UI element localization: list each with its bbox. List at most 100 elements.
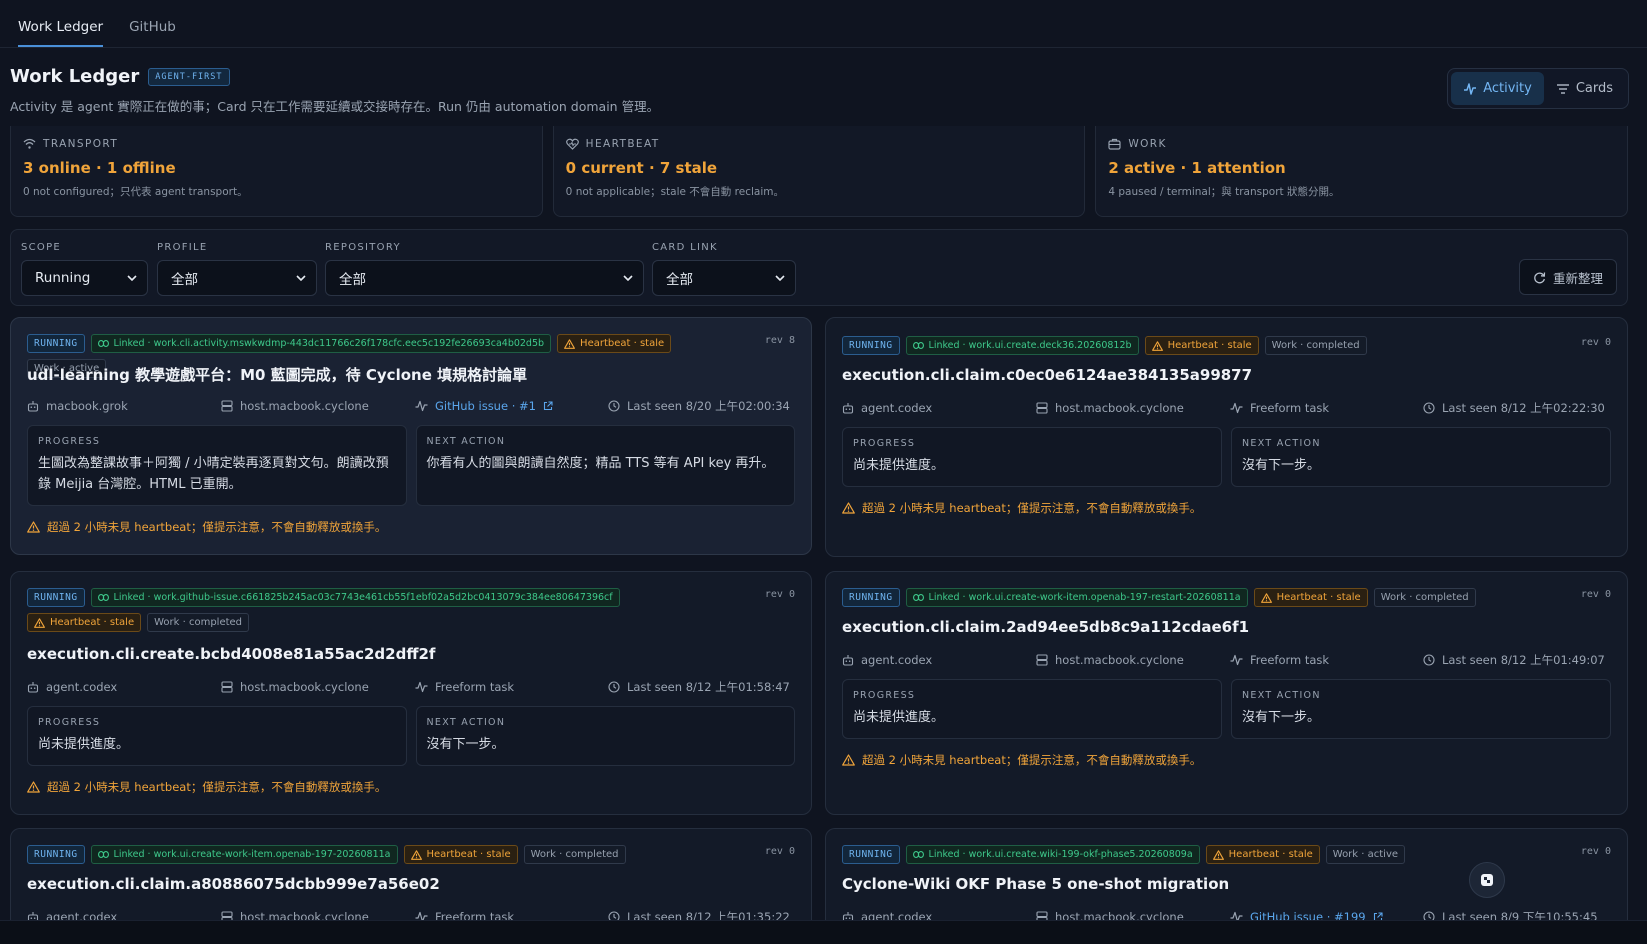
warning-icon <box>564 338 575 349</box>
heartbeat-warning: 超過 2 小時未見 heartbeat；僅提示注意，不會自動釋放或換手。 <box>27 779 386 795</box>
card-title[interactable]: execution.cli.create.bcbd4008e81a55ac2d2… <box>27 645 435 663</box>
heartbeat-badge: Heartbeat · stale <box>1253 588 1368 607</box>
floating-assistant-button[interactable] <box>1469 862 1505 898</box>
agent-icon <box>842 912 854 920</box>
cards-view-label: Cards <box>1575 81 1613 96</box>
scope-filter-label: SCOPE <box>21 242 62 253</box>
repository-select[interactable]: 全部 <box>325 260 644 296</box>
clock-icon <box>1423 911 1435 920</box>
agent-name: agent.codex <box>861 653 933 667</box>
profile-select[interactable]: 全部 <box>157 260 317 296</box>
heartbeat-badge: Heartbeat · stale <box>27 613 142 632</box>
cards-view-button[interactable]: Cards <box>1544 72 1625 105</box>
work-status-badge: Work · completed <box>1264 336 1367 355</box>
activity-view-label: Activity <box>1483 81 1532 96</box>
card-link-badge[interactable]: Linked · work.ui.create-work-item.openab… <box>90 845 398 864</box>
card-meta: agent.codex host.macbook.cyclone Freefor… <box>27 679 790 695</box>
scope-select-value: Running <box>35 270 91 286</box>
revision-label: rev 0 <box>764 589 795 600</box>
card-link-badge[interactable]: Linked · work.ui.create-work-item.openab… <box>905 588 1248 607</box>
activity-card[interactable]: RUNNING Linked · work.cli.activity.mswkw… <box>10 317 812 555</box>
clock-icon <box>608 400 620 412</box>
server-icon <box>221 911 233 920</box>
card-title[interactable]: execution.cli.claim.2ad94ee5db8c9a112cda… <box>842 618 1249 636</box>
heart-icon <box>565 138 579 150</box>
clock-icon <box>1423 654 1435 666</box>
agent-name: agent.codex <box>46 680 118 694</box>
card-meta: agent.codex host.macbook.cyclone GitHub … <box>842 909 1598 920</box>
card-link-badge[interactable]: Linked · work.ui.create.wiki-199-okf-pha… <box>905 845 1200 864</box>
card-link-badge[interactable]: Linked · work.cli.activity.mswkwdmp-443d… <box>90 334 552 353</box>
card-link-text: Linked · work.cli.activity.mswkwdmp-443d… <box>113 338 545 349</box>
chevron-down-icon <box>623 275 633 281</box>
activity-icon <box>1230 402 1243 414</box>
progress-text: 尚未提供進度。 <box>38 737 130 752</box>
status-badge: RUNNING <box>842 588 900 607</box>
activity-icon <box>415 400 428 412</box>
progress-text: 尚未提供進度。 <box>853 458 945 473</box>
tab-github[interactable]: GitHub <box>129 19 176 47</box>
agent-name: macbook.grok <box>46 399 128 413</box>
activity-card[interactable]: RUNNING Linked · work.github-issue.c6618… <box>10 571 812 815</box>
progress-text: 尚未提供進度。 <box>853 710 945 725</box>
card-title[interactable]: execution.cli.claim.c0ec0e6124ae384135a9… <box>842 366 1252 384</box>
heartbeat-text: Heartbeat · stale <box>1167 340 1252 351</box>
card-link-badge[interactable]: Linked · work.github-issue.c661825b245ac… <box>90 588 620 607</box>
activity-icon <box>1230 911 1243 920</box>
card-title[interactable]: udl-learning 教學遊戲平台：M0 藍圖完成，待 Cyclone 填規… <box>27 364 527 385</box>
server-icon <box>1036 654 1048 666</box>
server-icon <box>1036 911 1048 920</box>
heartbeat-badge: Heartbeat · stale <box>1144 336 1259 355</box>
next-action-label: NEXT ACTION <box>1242 438 1321 449</box>
revision-label: rev 0 <box>1580 589 1611 600</box>
github-issue-link[interactable]: GitHub issue · #199 <box>1250 910 1366 920</box>
warning-icon <box>1212 849 1224 860</box>
card-link-select[interactable]: 全部 <box>652 260 796 296</box>
stat-heartbeat: HEARTBEAT 0 current · 7 stale 0 not appl… <box>552 126 1086 217</box>
warning-icon <box>27 781 40 793</box>
warning-icon <box>1151 340 1163 351</box>
stat-work-label: WORK <box>1128 138 1167 150</box>
chevron-down-icon <box>775 275 785 281</box>
github-issue-link[interactable]: GitHub issue · #1 <box>435 399 536 413</box>
next-action-text: 沒有下一步。 <box>1242 458 1321 473</box>
repository-select-value: 全部 <box>339 272 366 288</box>
card-link-badge[interactable]: Linked · work.ui.create.deck36.20260812b <box>905 336 1139 355</box>
activity-card[interactable]: RUNNING Linked · work.ui.create-work-ite… <box>10 828 812 920</box>
external-link-icon[interactable] <box>543 401 553 411</box>
activity-card[interactable]: RUNNING Linked · work.ui.create-work-ite… <box>825 571 1628 815</box>
refresh-button[interactable]: 重新整理 <box>1518 259 1617 295</box>
stat-work-value: 2 active · 1 attention <box>1108 159 1286 177</box>
host-name: host.macbook.cyclone <box>240 680 369 694</box>
activity-icon <box>415 681 428 693</box>
briefcase-icon <box>1108 138 1121 150</box>
scope-select[interactable]: Running <box>21 260 148 296</box>
revision-label: rev 0 <box>1580 337 1611 348</box>
activity-card[interactable]: RUNNING Linked · work.ui.create.deck36.2… <box>825 317 1628 557</box>
task-type: Freeform task <box>1250 401 1330 415</box>
card-title[interactable]: Cyclone-Wiki OKF Phase 5 one-shot migrat… <box>842 875 1229 893</box>
warning-text: 超過 2 小時未見 heartbeat；僅提示注意，不會自動釋放或換手。 <box>862 753 1202 767</box>
chevron-down-icon <box>296 275 306 281</box>
stat-heartbeat-value: 0 current · 7 stale <box>565 159 718 177</box>
next-action-text: 沒有下一步。 <box>1242 710 1321 725</box>
card-title[interactable]: execution.cli.claim.a80886075dcbb999e7a5… <box>27 875 440 893</box>
heartbeat-warning: 超過 2 小時未見 heartbeat；僅提示注意，不會自動釋放或換手。 <box>842 752 1201 768</box>
activity-icon <box>1230 654 1243 666</box>
status-badge: RUNNING <box>842 845 900 864</box>
activity-card[interactable]: RUNNING Linked · work.ui.create.wiki-199… <box>825 828 1628 920</box>
profile-filter: PROFILE 全部 <box>157 242 317 296</box>
warning-icon <box>842 754 855 766</box>
clock-icon <box>608 911 620 920</box>
activity-view-button[interactable]: Activity <box>1451 72 1544 105</box>
tab-work-ledger[interactable]: Work Ledger <box>18 19 104 47</box>
stat-work-note: 4 paused / terminal；與 transport 狀態分開。 <box>1108 186 1340 198</box>
repository-filter: REPOSITORY 全部 <box>325 242 644 296</box>
last-seen: Last seen 8/9 下午10:55:45 <box>1442 910 1598 920</box>
agent-icon <box>27 912 39 920</box>
external-link-icon[interactable] <box>1373 912 1383 920</box>
link-icon <box>97 594 109 601</box>
next-action-label: NEXT ACTION <box>1242 690 1321 701</box>
host-name: host.macbook.cyclone <box>240 399 369 413</box>
warning-icon <box>410 849 422 860</box>
